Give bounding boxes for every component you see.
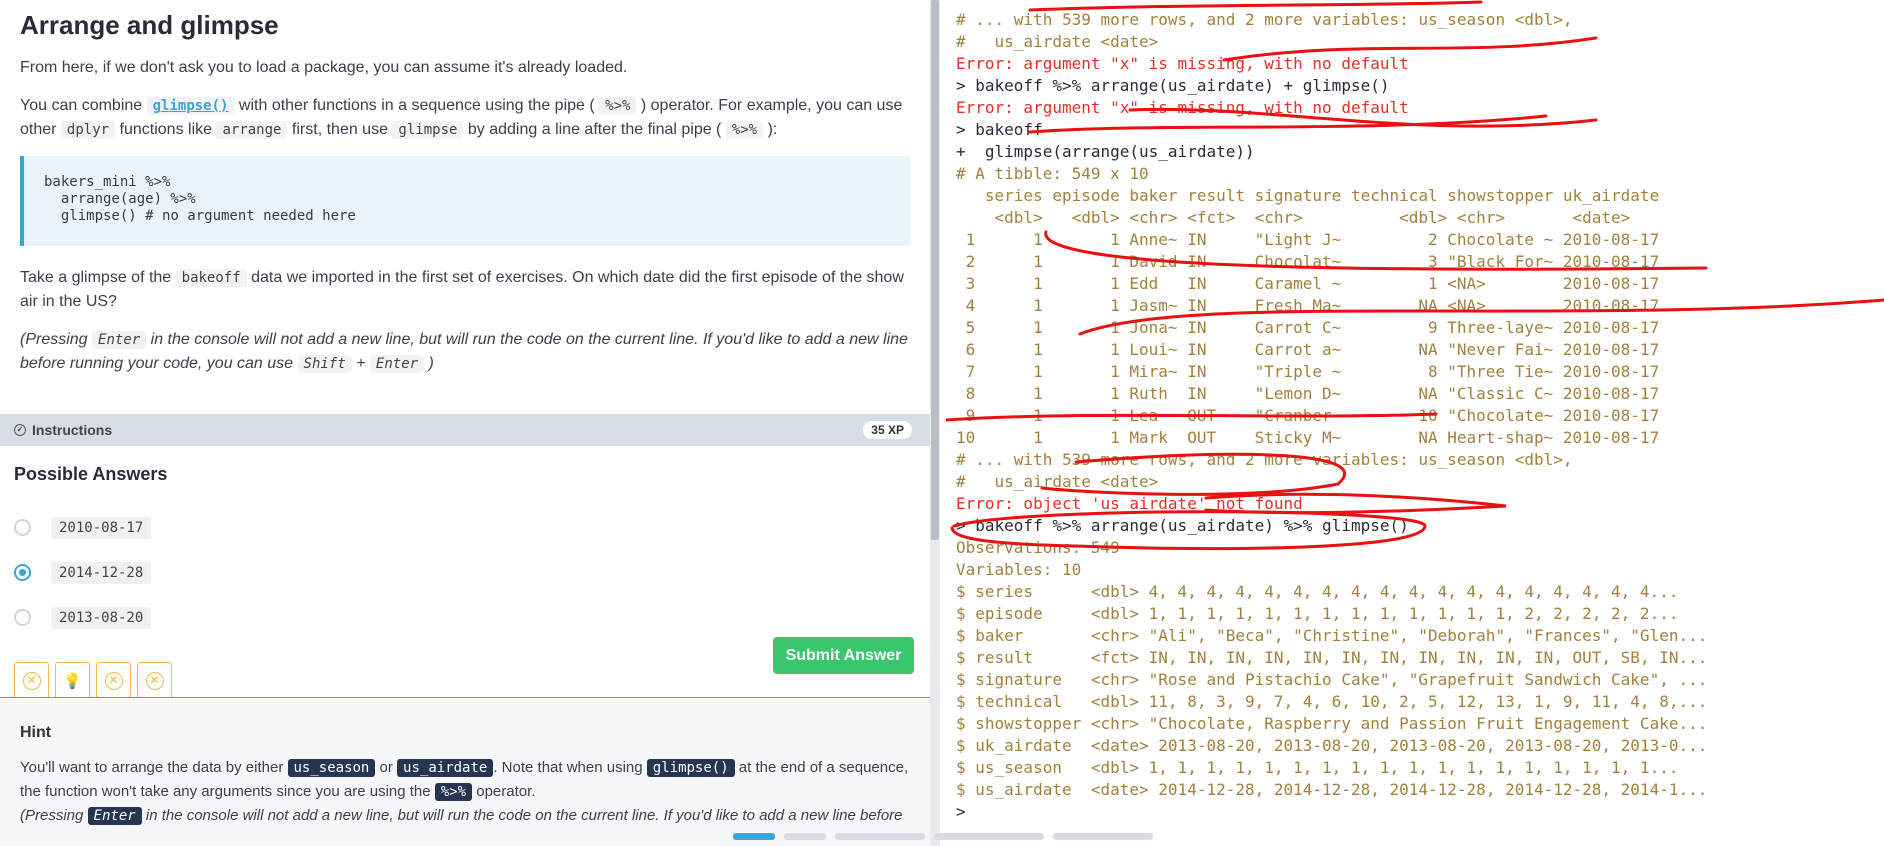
radio-button-selected[interactable]	[14, 564, 31, 581]
console-line: $ us_airdate <date> 2014-12-28, 2014-12-…	[956, 780, 1708, 799]
console-line: 10 1 1 Mark OUT Sticky M~ NA Heart-shap~…	[956, 428, 1660, 447]
console-line: >	[956, 802, 976, 821]
answer-label: 2013-08-20	[51, 606, 152, 629]
console-line: 8 1 1 Ruth IN "Lemon D~ NA "Classic C~ 2…	[956, 384, 1660, 403]
console-line: 7 1 1 Mira~ IN "Triple ~ 8 "Three Tie~ 2…	[956, 362, 1660, 381]
console-line: 1 1 1 Anne~ IN "Light J~ 2 Chocolate ~ 2…	[956, 230, 1660, 249]
console-output: # ... with 539 more rows, and 2 more var…	[946, 0, 1884, 823]
tab-close-2[interactable]: ✕	[96, 662, 131, 698]
console-line: # A tibble: 549 x 10	[956, 164, 1149, 183]
glimpse-doc-link[interactable]: glimpse()	[146, 97, 235, 115]
console-line: $ showstopper <chr> "Chocolate, Raspberr…	[956, 714, 1708, 733]
answer-option-2[interactable]: 2014-12-28	[14, 550, 167, 595]
console-line: # us_airdate <date>	[956, 472, 1159, 491]
console-line: $ technical <dbl> 11, 8, 3, 9, 7, 4, 6, …	[956, 692, 1708, 711]
console-line: Observations: 549	[956, 538, 1120, 557]
code-example-text: bakers_mini %>% arrange(age) %>% glimpse…	[44, 174, 356, 224]
scrollbar-thumb[interactable]	[931, 0, 939, 540]
question-text: Take a glimpse of the bakeoff data we im…	[20, 269, 904, 310]
console-line: $ signature <chr> "Rose and Pistachio Ca…	[956, 670, 1708, 689]
pagination-indicator	[733, 833, 1153, 840]
console-line: <dbl> <dbl> <chr> <fct> <chr> <dbl> <chr…	[956, 208, 1631, 227]
tab-close-3[interactable]: ✕	[137, 662, 172, 698]
console-line: $ us_season <dbl> 1, 1, 1, 1, 1, 1, 1, 1…	[956, 758, 1679, 777]
console-line: 2 1 1 David IN Chocolat~ 3 "Black For~ 2…	[956, 252, 1660, 271]
console-line: Error: argument "x" is missing, with no …	[956, 98, 1409, 117]
intro-text: From here, if we don't ask you to load a…	[20, 59, 628, 76]
console-line: $ episode <dbl> 1, 1, 1, 1, 1, 1, 1, 1, …	[956, 604, 1679, 623]
check-circle-icon: ✓	[14, 424, 26, 436]
console-line: 9 1 1 Lea OUT "Cranber~ 10 "Chocolate~ 2…	[956, 406, 1660, 425]
console-line: > bakeoff %>% arrange(us_airdate) + glim…	[956, 76, 1390, 95]
console-line: > bakeoff %>% arrange(us_airdate) %>% gl…	[956, 516, 1409, 535]
console-line: + glimpse(arrange(us_airdate))	[956, 142, 1255, 161]
hint-text: You'll want to arrange the data by eithe…	[20, 759, 909, 801]
page-indicator[interactable]	[784, 833, 826, 840]
instructions-bar[interactable]: ✓ Instructions 35 XP	[0, 414, 930, 446]
console-line: 4 1 1 Jasm~ IN Fresh Ma~ NA <NA> 2010-08…	[956, 296, 1660, 315]
console-note: (Pressing Enter in the console will not …	[20, 331, 908, 373]
console-line: # ... with 539 more rows, and 2 more var…	[956, 10, 1573, 29]
answer-option-1[interactable]: 2010-08-17	[14, 505, 167, 550]
console-line: 6 1 1 Loui~ IN Carrot a~ NA "Never Fai~ …	[956, 340, 1660, 359]
console-line: Error: argument "x" is missing, with no …	[956, 54, 1409, 73]
close-circle-icon: ✕	[104, 671, 123, 690]
close-circle-icon: ✕	[145, 671, 164, 690]
xp-badge: 35 XP	[863, 421, 912, 439]
submit-answer-button[interactable]: Submit Answer	[773, 637, 914, 674]
pipe-explanation: You can combine glimpse() with other fun…	[20, 97, 903, 139]
console-line: 5 1 1 Jona~ IN Carrot C~ 9 Three-laye~ 2…	[956, 318, 1660, 337]
page-indicator[interactable]	[934, 833, 1044, 840]
answer-label: 2010-08-17	[51, 516, 152, 539]
console-line: $ uk_airdate <date> 2013-08-20, 2013-08-…	[956, 736, 1708, 755]
console-line: 3 1 1 Edd IN Caramel ~ 1 <NA> 2010-08-17	[956, 274, 1660, 293]
console-line: Error: object 'us_airdate' not found	[956, 494, 1303, 513]
code-example: bakers_mini %>% arrange(age) %>% glimpse…	[20, 156, 910, 246]
hint-panel: Hint You'll want to arrange the data by …	[0, 697, 930, 846]
page-indicator[interactable]	[1053, 833, 1153, 840]
tab-close-1[interactable]: ✕	[14, 662, 49, 698]
tab-hint[interactable]: 💡	[55, 662, 90, 698]
exercise-title: Arrange and glimpse	[20, 10, 279, 40]
exercise-content: Arrange and glimpse From here, if we don…	[0, 0, 930, 376]
feedback-tabs: ✕ 💡 ✕ ✕	[14, 662, 172, 698]
console-line: series episode baker result signature te…	[956, 186, 1660, 205]
radio-button[interactable]	[14, 519, 31, 536]
instructions-label: Instructions	[32, 422, 113, 438]
page-indicator[interactable]	[835, 833, 925, 840]
console-line: Variables: 10	[956, 560, 1082, 579]
console-line: $ series <dbl> 4, 4, 4, 4, 4, 4, 4, 4, 4…	[956, 582, 1679, 601]
close-circle-icon: ✕	[22, 671, 41, 690]
page-indicator-current[interactable]	[733, 833, 775, 840]
hint-note: (Pressing Enter in the console will not …	[20, 807, 903, 825]
pane-scrollbar[interactable]	[930, 0, 940, 846]
answer-option-3[interactable]: 2013-08-20	[14, 595, 167, 640]
console-line: $ result <fct> IN, IN, IN, IN, IN, IN, I…	[956, 648, 1708, 667]
console-line: # us_airdate <date>	[956, 32, 1159, 51]
answer-label: 2014-12-28	[51, 561, 152, 584]
lightbulb-icon: 💡	[63, 672, 82, 690]
radio-button[interactable]	[14, 609, 31, 626]
console-line: > bakeoff	[956, 120, 1043, 139]
possible-answers: Possible Answers 2010-08-17 2014-12-28 2…	[14, 464, 167, 640]
console-line: # ... with 539 more rows, and 2 more var…	[956, 450, 1573, 469]
answers-heading: Possible Answers	[14, 464, 168, 484]
exercise-pane: Arrange and glimpse From here, if we don…	[0, 0, 930, 846]
r-console[interactable]: # ... with 539 more rows, and 2 more var…	[946, 0, 1884, 826]
console-line: $ baker <chr> "Ali", "Beca", "Christine"…	[956, 626, 1708, 645]
hint-title: Hint	[20, 724, 52, 741]
